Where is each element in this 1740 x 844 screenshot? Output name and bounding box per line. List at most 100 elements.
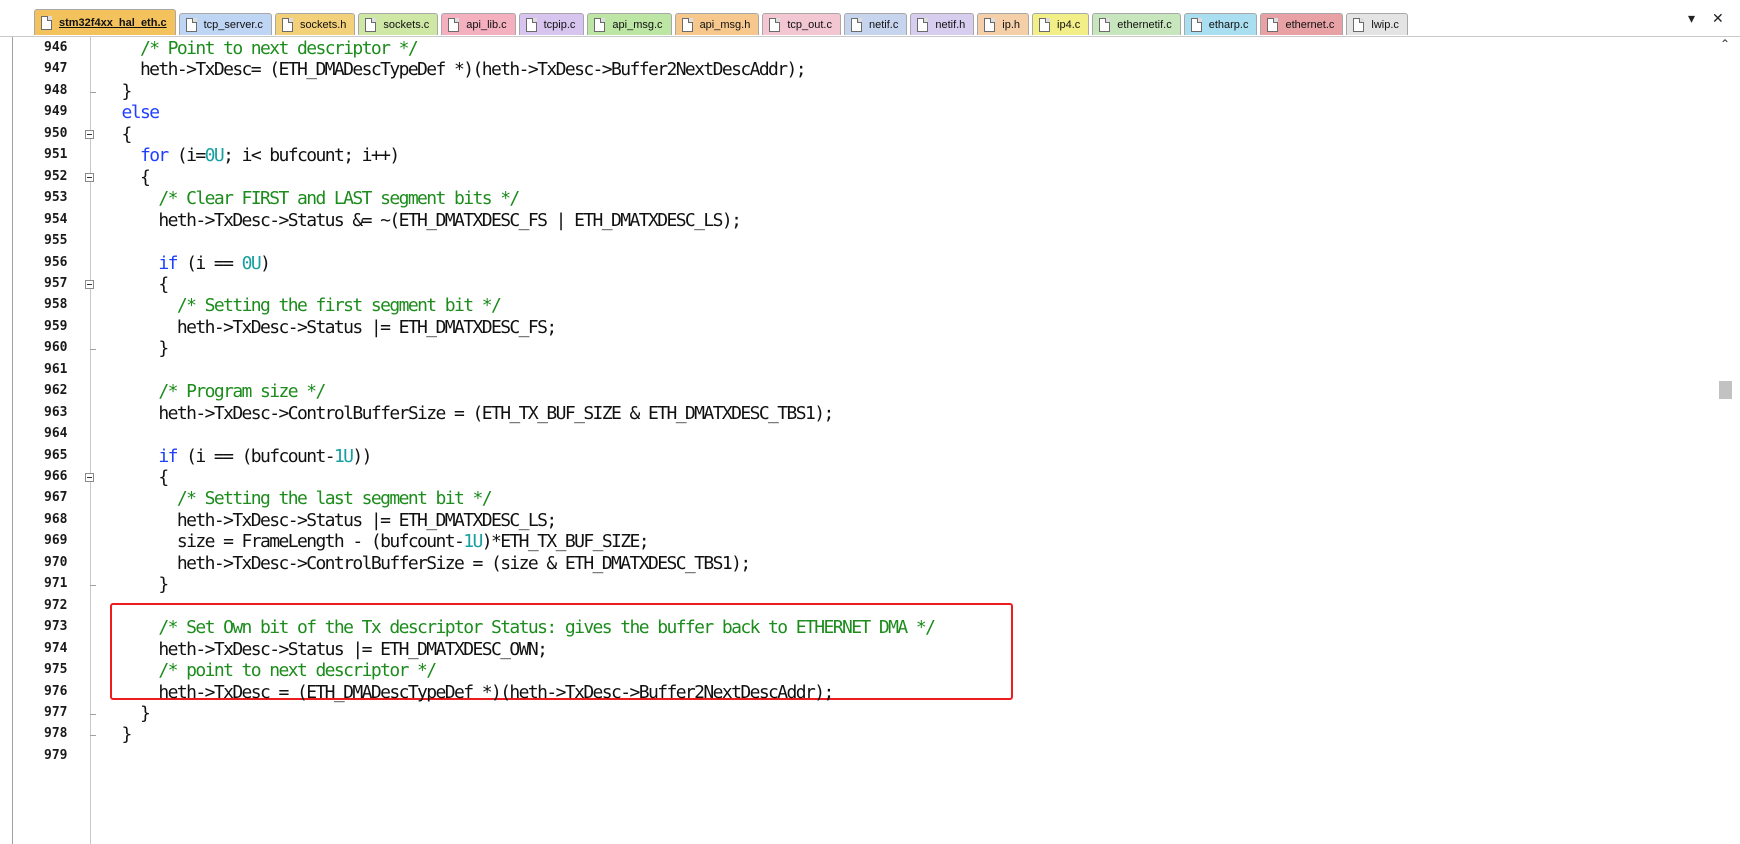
scroll-up-icon[interactable]: ⌃: [1720, 37, 1730, 51]
line-number: 948: [44, 82, 68, 98]
code-token: )): [352, 445, 372, 467]
file-icon: [850, 17, 862, 32]
fold-toggle-icon[interactable]: [85, 279, 94, 289]
code-token: }: [103, 702, 151, 724]
tab-file[interactable]: api_msg.c: [587, 13, 672, 35]
code-text: /* Setting the last segment bit */: [103, 488, 493, 509]
fold-toggle-icon[interactable]: [85, 172, 94, 182]
line-number: 949: [44, 104, 68, 120]
code-line: 949 else: [0, 101, 1712, 125]
code-text: /* point to next descriptor */: [103, 660, 437, 682]
code-line: 978 }: [0, 723, 1712, 747]
file-icon: [1353, 17, 1365, 32]
tab-file[interactable]: api_lib.c: [441, 13, 516, 35]
tab-label: sockets.c: [383, 18, 430, 31]
code-text: size = FrameLength - (bufcount-1U)*ETH_T…: [103, 531, 650, 552]
code-text: heth->TxDesc->Status |= ETH_DMATXDESC_FS…: [103, 317, 557, 338]
tab-file[interactable]: etharp.c: [1183, 13, 1258, 35]
line-number: 968: [44, 511, 68, 527]
fold-toggle-icon[interactable]: [85, 129, 94, 139]
file-icon: [525, 17, 537, 32]
tab-label: tcp_server.c: [203, 18, 263, 31]
tab-label: api_msg.c: [612, 18, 663, 31]
scroll-thumb[interactable]: [1719, 381, 1732, 399]
code-line: 959 heth->TxDesc->Status |= ETH_DMATXDES…: [0, 316, 1712, 340]
code-text: /* Setting the first segment bit */: [103, 295, 502, 316]
line-number: 962: [44, 383, 68, 399]
code-token: {: [103, 467, 169, 488]
code-line: 956 if (i == 0U): [0, 252, 1712, 276]
file-icon: [984, 17, 996, 32]
tab-file[interactable]: lwip.c: [1346, 13, 1408, 35]
fold-end-marker: [90, 349, 96, 351]
line-number: 946: [44, 40, 68, 55]
tab-file[interactable]: api_msg.h: [674, 13, 760, 35]
tab-file[interactable]: ip.h: [977, 13, 1030, 35]
code-text: heth->TxDesc->ControlBufferSize = (size …: [103, 552, 751, 574]
tab-file[interactable]: netif.h: [910, 13, 975, 35]
tab-file[interactable]: tcp_server.c: [178, 13, 272, 35]
line-number: 952: [44, 168, 68, 184]
code-token: if: [158, 252, 178, 274]
tab-file[interactable]: ethernet.c: [1260, 13, 1344, 35]
close-icon[interactable]: ✕: [1712, 10, 1724, 27]
fold-end-marker: [90, 735, 96, 737]
code-token: heth->TxDesc->ControlBufferSize = (size …: [103, 552, 751, 574]
code-line: 976 heth->TxDesc = (ETH_DMADescTypeDef *…: [0, 681, 1712, 705]
fold-end-marker: [90, 713, 96, 715]
code-line: 968 heth->TxDesc->Status |= ETH_DMATXDES…: [0, 509, 1712, 533]
code-line: 963 heth->TxDesc->ControlBufferSize = (E…: [0, 402, 1712, 426]
tab-label: tcpip.c: [543, 18, 576, 31]
code-line: 950 {: [0, 123, 1712, 147]
code-token: /* Point to next descriptor */: [139, 38, 419, 59]
code-text: /* Clear FIRST and LAST segment bits */: [103, 188, 520, 209]
code-text: heth->TxDesc = (ETH_DMADescTypeDef *)(he…: [103, 681, 834, 703]
code-token: heth->TxDesc->ControlBufferSize = (ETH_T…: [103, 402, 834, 424]
code-token: }: [103, 338, 169, 360]
tab-file[interactable]: netif.c: [843, 13, 908, 35]
file-icon: [1267, 17, 1279, 32]
tab-label: api_lib.c: [466, 18, 507, 31]
tab-list-dropdown-icon[interactable]: ▾: [1688, 10, 1695, 27]
code-token: (i=: [167, 145, 206, 167]
line-number: 953: [44, 190, 68, 206]
tab-file[interactable]: tcpip.c: [518, 13, 585, 35]
line-number: 971: [44, 576, 68, 592]
line-number: 977: [44, 704, 68, 720]
code-token: /* point to next descriptor */: [158, 660, 437, 682]
line-number: 957: [44, 275, 68, 291]
code-line: 951 for (i=0U; i< bufcount; i++): [0, 144, 1712, 168]
tab-file[interactable]: ip4.c: [1032, 13, 1090, 35]
code-line: 960 }: [0, 337, 1712, 361]
tab-file[interactable]: sockets.c: [358, 13, 439, 35]
tab-file[interactable]: ethernetif.c: [1092, 13, 1181, 35]
fold-toggle-icon[interactable]: [85, 473, 94, 482]
code-editor[interactable]: 946 /* Point to next descriptor */947 he…: [0, 37, 1712, 844]
tab-label: netif.h: [935, 18, 966, 31]
vertical-scrollbar[interactable]: ⌃: [1712, 37, 1740, 844]
tab-label: ip4.c: [1057, 18, 1081, 31]
line-number: 969: [44, 533, 68, 549]
code-text: heth->TxDesc= (ETH_DMADescTypeDef *)(het…: [103, 59, 807, 80]
tab-file[interactable]: sockets.h: [274, 13, 356, 35]
line-number: 972: [44, 597, 68, 613]
code-line: 965 if (i == (bufcount-1U)): [0, 445, 1712, 469]
line-number: 964: [44, 426, 68, 442]
code-token: heth->TxDesc = (ETH_DMADescTypeDef *)(he…: [103, 681, 834, 703]
code-line: 961: [0, 359, 1712, 383]
code-text: heth->TxDesc->Status |= ETH_DMATXDESC_LS…: [103, 510, 557, 531]
tab-file[interactable]: tcp_out.c: [762, 13, 841, 35]
tab-label: netif.c: [868, 18, 899, 31]
line-number: 958: [44, 297, 68, 313]
tab-file[interactable]: stm32f4xx_hal_eth.c: [34, 9, 176, 35]
code-text: heth->TxDesc->ControlBufferSize = (ETH_T…: [103, 402, 834, 424]
code-token: (i ==: [176, 252, 242, 274]
code-text: }: [103, 338, 169, 360]
code-token: else: [121, 102, 160, 124]
file-icon: [281, 17, 293, 32]
